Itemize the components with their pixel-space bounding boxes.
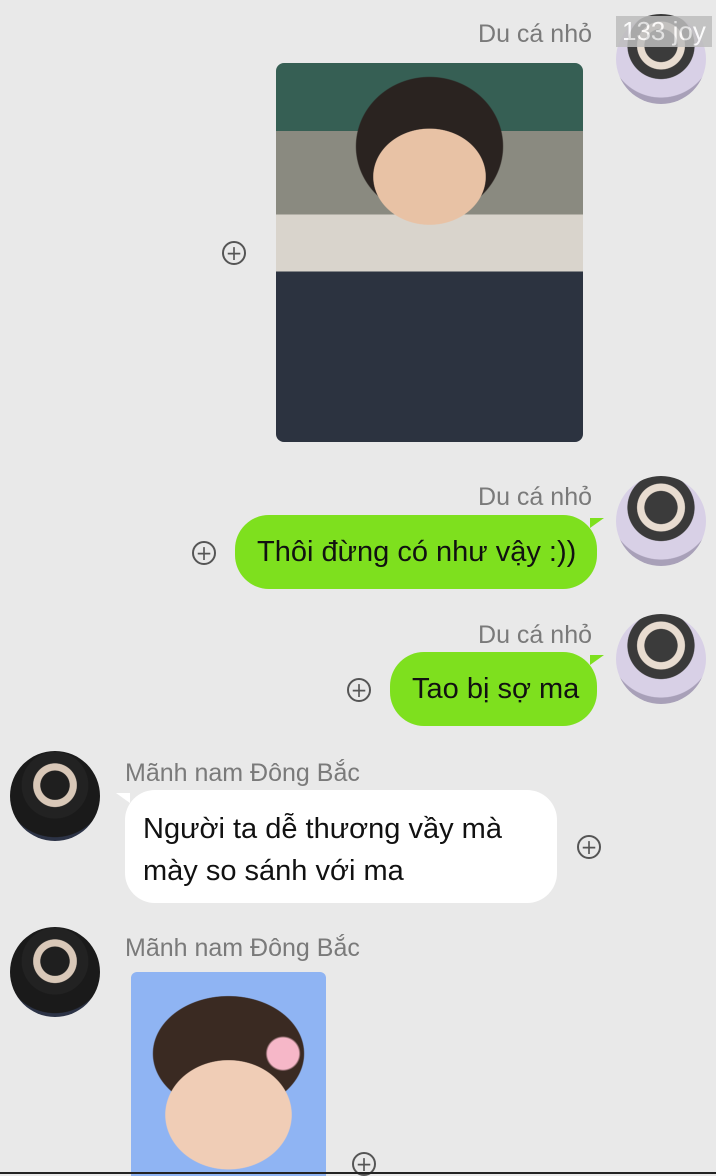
sender-name: Du cá nhỏ <box>478 20 592 48</box>
shared-photo[interactable] <box>131 972 326 1176</box>
sender-name: Mãnh nam Đông Bắc <box>125 759 360 787</box>
sender-name: Du cá nhỏ <box>478 621 592 649</box>
bubble-tail <box>590 655 604 665</box>
bubble-tail <box>116 793 130 803</box>
add-reaction-icon[interactable]: + <box>192 541 216 565</box>
shared-photo[interactable] <box>276 63 583 442</box>
message-bubble[interactable]: Tao bị sợ ma <box>390 652 597 726</box>
bubble-tail <box>590 518 604 528</box>
avatar[interactable] <box>616 614 706 704</box>
add-reaction-icon[interactable]: + <box>577 835 601 859</box>
add-reaction-icon[interactable]: + <box>222 241 246 265</box>
add-reaction-icon[interactable]: + <box>347 678 371 702</box>
sender-name: Du cá nhỏ <box>478 483 592 511</box>
sender-name: Mãnh nam Đông Bắc <box>125 934 360 962</box>
avatar[interactable] <box>10 927 100 1017</box>
avatar[interactable] <box>10 751 100 841</box>
message-bubble[interactable]: Người ta dễ thương vầy mà mày so sánh vớ… <box>125 790 557 903</box>
watermark-badge: 133 joy <box>616 16 712 47</box>
avatar[interactable] <box>616 476 706 566</box>
message-bubble[interactable]: Thôi đừng có như vậy :)) <box>235 515 597 589</box>
bottom-divider <box>0 1172 716 1174</box>
